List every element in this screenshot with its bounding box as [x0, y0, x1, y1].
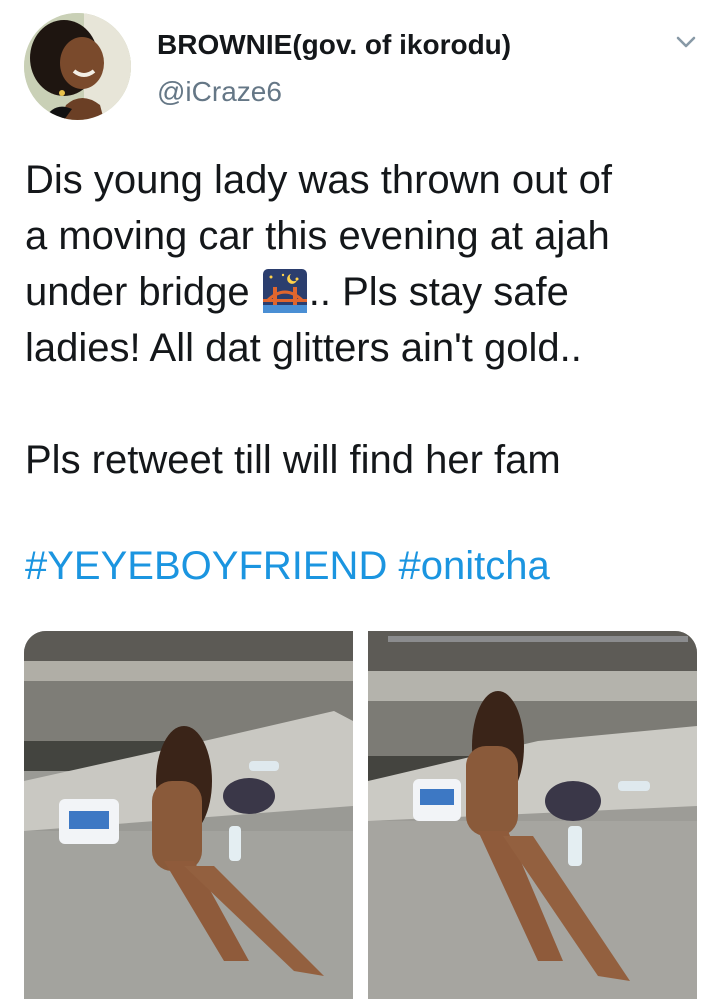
tweet-text-line: a moving car this evening at ajah — [25, 214, 610, 258]
hashtags: #YEYEBOYFRIEND #onitcha — [25, 538, 550, 594]
tweet-text-line: Pls retweet till will find her fam — [25, 438, 561, 482]
avatar[interactable] — [24, 13, 131, 120]
photo-icon — [368, 631, 697, 999]
avatar-photo-icon — [24, 13, 131, 120]
tweet-text: Dis young lady was thrown out of a movin… — [25, 152, 705, 488]
hashtag-link[interactable]: #onitcha — [398, 544, 549, 588]
line-break — [25, 376, 705, 432]
tweet-text-fragment: .. Pls stay safe — [308, 270, 569, 314]
photo-2[interactable] — [368, 631, 697, 999]
tweet-text-fragment: under bridge — [25, 270, 250, 314]
photo-icon — [24, 631, 353, 999]
tweet-text-line: Dis young lady was thrown out of — [25, 158, 612, 202]
hashtag-link[interactable]: #YEYEBOYFRIEND — [25, 544, 387, 588]
author-handle[interactable]: @iCraze6 — [157, 75, 282, 109]
tweet-text-line: under bridge .. Pls stay safe — [25, 264, 705, 320]
author-display-name[interactable]: BROWNIE(gov. of ikorodu) — [157, 28, 511, 62]
photo-1[interactable] — [24, 631, 353, 999]
media-grid — [24, 631, 697, 999]
chevron-down-icon[interactable] — [672, 28, 700, 56]
bridge-at-night-emoji-icon — [262, 269, 307, 313]
tweet-text-line: ladies! All dat glitters ain't gold.. — [25, 326, 582, 370]
tweet: BROWNIE(gov. of ikorodu) @iCraze6 Dis yo… — [0, 0, 720, 999]
